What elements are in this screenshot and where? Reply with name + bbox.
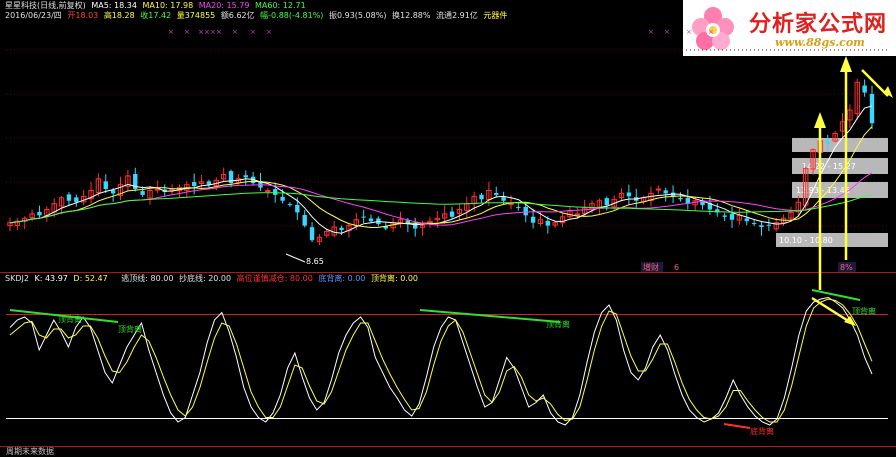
candle-body — [339, 227, 344, 230]
divergence-line-middle — [419, 309, 561, 323]
indicator-warning: 高位谨慎减仓: 80.00 — [236, 274, 313, 283]
bottom-divergence-line — [723, 423, 751, 429]
indicator-name: SKDJ2 — [5, 274, 29, 283]
candle-body — [508, 203, 514, 206]
candle-body — [479, 194, 484, 200]
signal-mark: × — [168, 28, 174, 36]
candle-body — [545, 220, 551, 226]
indicator-top-line: 逃顶线: 80.00 — [121, 274, 174, 283]
signal-mark: × — [232, 28, 238, 36]
candle-body — [295, 204, 300, 213]
k-line — [9, 296, 873, 426]
top-divergence-label: 顶背离 — [546, 319, 570, 329]
moving-averages — [9, 105, 873, 234]
candle-body — [140, 191, 145, 195]
candle-body — [243, 175, 248, 178]
candle-body — [265, 190, 271, 193]
indicator-bottom-line: 抄底线: 20.00 — [178, 274, 232, 283]
candle-body — [37, 211, 42, 216]
low-price-label: 8.65 — [306, 257, 324, 266]
candle-body — [751, 223, 757, 225]
top-divergence-label: 顶背离 — [118, 324, 142, 334]
candle-body — [449, 211, 455, 217]
candles — [7, 78, 875, 245]
candle-body — [766, 224, 772, 226]
event-marker-1: 增财 — [643, 262, 659, 272]
ma20-line — [9, 172, 873, 226]
signal-marks: × × × × × × × × × × × × × — [168, 28, 714, 36]
bottom-divergence-label: 底背离 — [750, 426, 774, 436]
candle-body — [103, 181, 108, 190]
price-box-label: 12.93 - 13.46 — [796, 186, 850, 195]
candle-body — [494, 193, 499, 195]
stock-chart-window: 星星科技(日线,前复权) MA5: 18.34 MA10: 17.98 MA20… — [0, 0, 896, 456]
ma60-line — [9, 192, 873, 224]
signal-mark: × — [708, 28, 714, 36]
arrow-down-right-icon — [884, 86, 893, 98]
candle-body — [413, 222, 418, 229]
arrow-up-icon — [840, 56, 852, 72]
signal-mark: × — [266, 28, 272, 36]
ma5-line — [9, 105, 873, 234]
signal-mark: × — [198, 28, 204, 36]
low-price-pointer — [285, 253, 306, 263]
signal-mark: × — [686, 28, 692, 36]
divergence-line-right — [811, 289, 861, 301]
candle-body — [663, 190, 668, 194]
candle-body — [759, 225, 764, 228]
candle-body — [574, 213, 580, 216]
kline-chart-svg: 14.22 - 15.27 12.93 - 13.46 10.10 - 10.8… — [0, 28, 896, 447]
arrow-up-icon — [814, 112, 826, 128]
indicator-bottom-div: 底背离: 0.00 — [318, 274, 366, 283]
candle-body — [825, 141, 830, 144]
candle-body — [74, 197, 79, 203]
candle-body — [501, 197, 506, 201]
candle-body — [604, 198, 609, 206]
price-box-1: 14.22 - 15.27 — [792, 158, 888, 174]
signal-mark: × — [184, 28, 190, 36]
candle-body — [280, 196, 285, 201]
candle-body — [626, 192, 632, 197]
signal-mark: × — [250, 28, 256, 36]
candle-body — [66, 194, 72, 201]
candle-body — [530, 216, 536, 223]
candle-body — [154, 188, 161, 191]
price-box-label: 10.10 - 10.80 — [779, 236, 833, 245]
candle-body — [516, 207, 521, 209]
candle-body — [309, 227, 315, 241]
candle-body — [655, 188, 662, 191]
candle-body — [110, 190, 116, 194]
indicator-k: K: 43.97 — [34, 274, 68, 283]
price-box-extra — [792, 138, 888, 152]
top-divergence-label: 顶背离 — [58, 314, 82, 324]
d-line — [9, 298, 873, 423]
candle-body — [368, 218, 374, 222]
candle-body — [869, 94, 875, 124]
candle-body — [523, 206, 528, 216]
price-box-3: 10.10 - 10.80 — [776, 233, 888, 247]
signal-mark: × — [210, 28, 216, 36]
candle-body — [722, 215, 727, 217]
candle-body — [744, 218, 749, 222]
top-divergence-label: 顶背离 — [852, 306, 876, 316]
signal-mark: × — [216, 28, 222, 36]
signal-mark: × — [648, 28, 654, 36]
candle-body — [191, 182, 197, 187]
candle-body — [273, 189, 278, 195]
event-marker-2: 6 — [674, 263, 679, 272]
kd-lines — [9, 296, 873, 426]
candle-body — [862, 85, 867, 93]
indicator-d: D: 52.47 — [73, 274, 108, 283]
indicator-top-div: 顶背离: 0.00 — [370, 274, 419, 283]
signal-mark: × — [664, 28, 670, 36]
signal-mark: × — [204, 28, 210, 36]
candle-body — [678, 197, 683, 200]
candle-body — [302, 215, 307, 226]
event-marker-3: 8% — [840, 263, 853, 272]
candle-body — [287, 204, 293, 206]
candle-body — [729, 213, 735, 220]
candle-body — [206, 181, 212, 185]
indicator-header: SKDJ2 K: 43.97 D: 52.47 逃顶线: 80.00 抄底线: … — [5, 274, 421, 284]
candle-body — [361, 216, 366, 218]
